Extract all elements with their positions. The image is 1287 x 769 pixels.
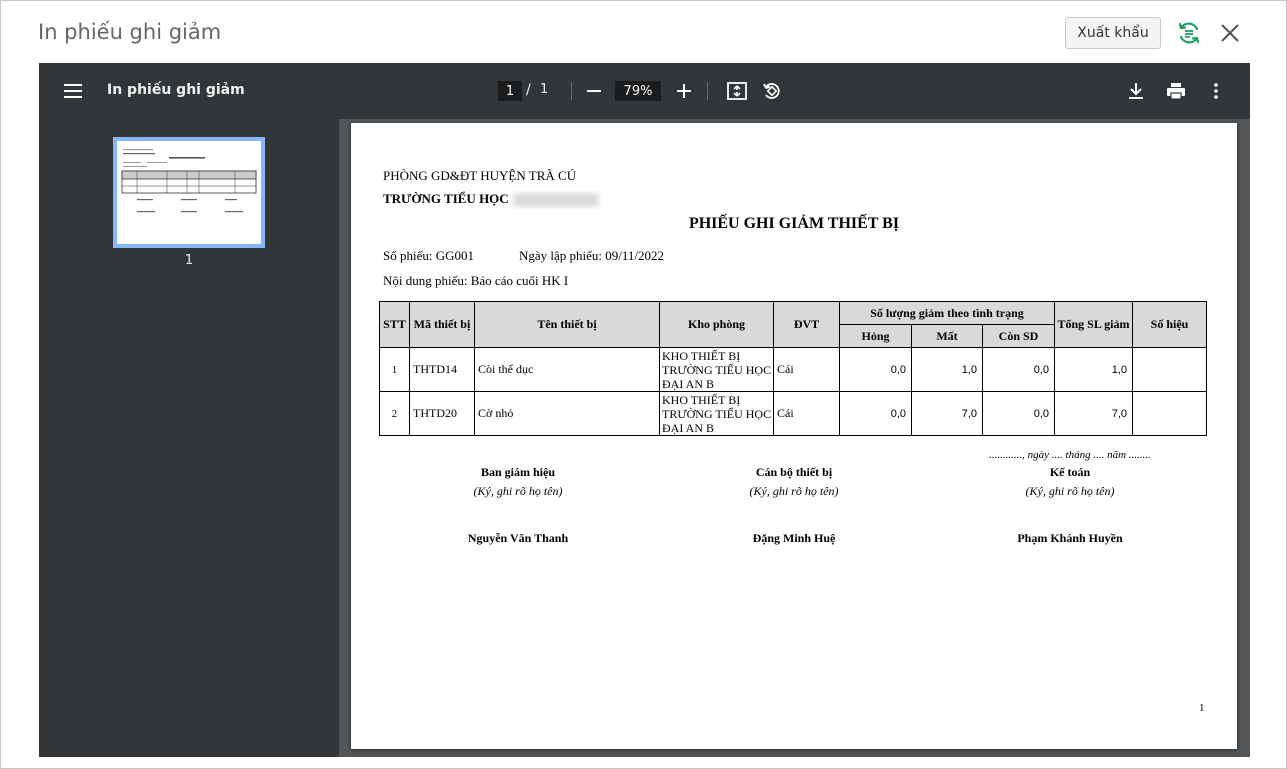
cell-usable: 0,0 bbox=[982, 391, 1055, 436]
voucher-number: Số phiếu: GG001 bbox=[383, 248, 474, 263]
sign-note-equipment-officer: (Ký, ghi rõ họ tên) bbox=[749, 484, 839, 498]
table-row: 1 THTD14 Còi thể dục KHO THIẾT BỊ TRƯỜNG… bbox=[379, 347, 1207, 392]
print-icon[interactable] bbox=[1164, 79, 1188, 103]
cell-lost: 7,0 bbox=[911, 391, 983, 436]
cell-broken: 0,0 bbox=[839, 391, 912, 436]
header-total: Tổng SL giảm bbox=[1054, 301, 1133, 348]
page-separator: / bbox=[526, 82, 531, 98]
sign-role-accountant: Kế toán bbox=[1049, 465, 1091, 479]
pdf-toolbar: In phiếu ghi giảm 1 / 1 79% bbox=[39, 63, 1250, 119]
thumbnail-sidebar: 1 bbox=[39, 119, 339, 757]
cell-serial bbox=[1132, 391, 1207, 436]
sign-role-principal: Ban giám hiệu bbox=[480, 465, 555, 479]
header-serial: Số hiệu bbox=[1132, 301, 1207, 348]
equipment-table: STT Mã thiết bị Tên thiết bị Kho phòng Đ… bbox=[379, 301, 1207, 436]
page-thumbnail[interactable] bbox=[113, 137, 265, 248]
header-name: Tên thiết bị bbox=[474, 301, 660, 348]
export-button[interactable]: Xuất khẩu bbox=[1065, 17, 1161, 49]
dialog: In phiếu ghi giảm Xuất khẩu In phiếu ghi… bbox=[0, 0, 1287, 769]
more-vert-icon[interactable] bbox=[1204, 79, 1228, 103]
download-icon[interactable] bbox=[1124, 79, 1148, 103]
cell-warehouse: KHO THIẾT BỊ TRƯỜNG TIỂU HỌC ĐẠI AN B bbox=[659, 347, 774, 392]
zoom-input[interactable]: 79% bbox=[615, 81, 661, 101]
voucher-content: Nội dung phiếu: Báo cáo cuối HK I bbox=[383, 273, 569, 288]
header-broken: Hỏng bbox=[839, 324, 912, 348]
toolbar-divider bbox=[571, 82, 572, 100]
fit-page-icon[interactable] bbox=[725, 79, 749, 103]
cell-broken: 0,0 bbox=[839, 347, 912, 392]
toolbar-divider bbox=[707, 82, 708, 100]
cell-total: 1,0 bbox=[1054, 347, 1133, 392]
cell-usable: 0,0 bbox=[982, 347, 1055, 392]
cell-lost: 1,0 bbox=[911, 347, 983, 392]
dialog-title: In phiếu ghi giảm bbox=[38, 20, 222, 44]
cell-unit: Cái bbox=[773, 391, 840, 436]
sign-name-accountant: Phạm Khánh Huyền bbox=[1017, 531, 1123, 545]
rotate-icon[interactable] bbox=[760, 79, 784, 103]
sign-role-equipment-officer: Cán bộ thiết bị bbox=[755, 465, 833, 479]
cell-unit: Cái bbox=[773, 347, 840, 392]
date-line: ............, ngày .... tháng .... năm .… bbox=[989, 449, 1151, 461]
cell-code: THTD20 bbox=[409, 391, 475, 436]
header-stt: STT bbox=[379, 301, 410, 348]
cell-name: Cờ nhỏ bbox=[474, 391, 660, 436]
page-number-input[interactable]: 1 bbox=[498, 81, 522, 101]
pdf-viewer: In phiếu ghi giảm 1 / 1 79% 1 PHÒNG GD&Đ… bbox=[39, 63, 1250, 757]
header-warehouse: Kho phòng bbox=[659, 301, 774, 348]
redacted-school-name bbox=[513, 193, 599, 207]
created-date: Ngày lập phiếu: 09/11/2022 bbox=[519, 248, 665, 263]
pdf-title: In phiếu ghi giảm bbox=[107, 82, 245, 98]
close-icon[interactable] bbox=[1218, 21, 1242, 45]
cell-total: 7,0 bbox=[1054, 391, 1133, 436]
cell-code: THTD14 bbox=[409, 347, 475, 392]
menu-icon[interactable] bbox=[61, 79, 85, 103]
refresh-icon[interactable] bbox=[1176, 20, 1202, 46]
minus-icon[interactable] bbox=[582, 79, 606, 103]
dept-name: PHÒNG GD&ĐT HUYỆN TRÀ CÚ bbox=[383, 168, 577, 183]
sign-name-equipment-officer: Đặng Minh Huệ bbox=[752, 531, 836, 545]
cell-serial bbox=[1132, 347, 1207, 392]
sign-note-principal: (Ký, ghi rõ họ tên) bbox=[473, 484, 563, 498]
header-quantity-group: Số lượng giảm theo tình trạng bbox=[839, 301, 1055, 325]
cell-stt: 2 bbox=[379, 391, 410, 436]
header-code: Mã thiết bị bbox=[409, 301, 475, 348]
header-unit: ĐVT bbox=[773, 301, 840, 348]
page-total: 1 bbox=[540, 82, 549, 97]
header-usable: Còn SD bbox=[982, 324, 1055, 348]
header-lost: Mất bbox=[911, 324, 983, 348]
cell-warehouse: KHO THIẾT BỊ TRƯỜNG TIỂU HỌC ĐẠI AN B bbox=[659, 391, 774, 436]
cell-stt: 1 bbox=[379, 347, 410, 392]
thumbnail-page-number: 1 bbox=[184, 253, 194, 268]
pdf-page: PHÒNG GD&ĐT HUYỆN TRÀ CÚ TRƯỜNG TIỂU HỌC… bbox=[351, 123, 1237, 749]
cell-name: Còi thể dục bbox=[474, 347, 660, 392]
school-name: TRƯỜNG TIỂU HỌC bbox=[383, 191, 509, 206]
sign-name-principal: Nguyễn Văn Thanh bbox=[467, 531, 569, 545]
sign-note-accountant: (Ký, ghi rõ họ tên) bbox=[1025, 484, 1115, 498]
table-row: 2 THTD20 Cờ nhỏ KHO THIẾT BỊ TRƯỜNG TIỂU… bbox=[379, 391, 1207, 436]
page-footer-number: 1 bbox=[1199, 702, 1205, 714]
plus-icon[interactable] bbox=[672, 79, 696, 103]
doc-title: PHIẾU GHI GIẢM THIẾT BỊ bbox=[688, 215, 900, 232]
